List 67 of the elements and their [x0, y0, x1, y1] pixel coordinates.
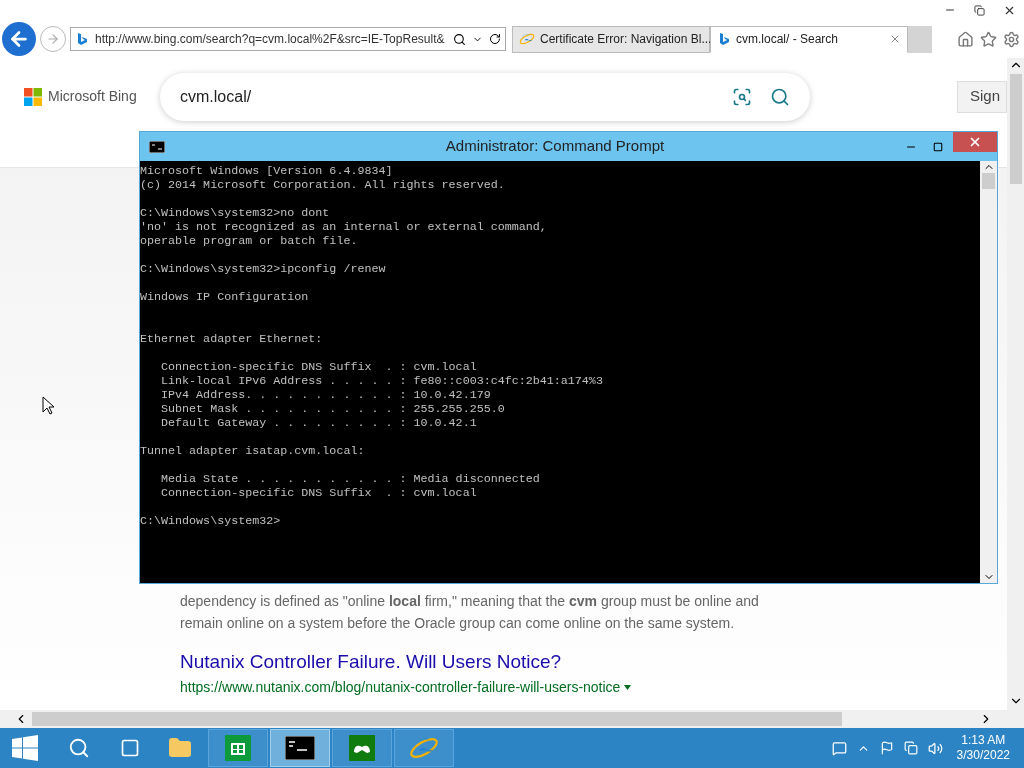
browser-tab[interactable]: Certificate Error: Navigation Bl... — [512, 25, 710, 53]
query-text: cvm.local/ — [180, 86, 253, 107]
vertical-scrollbar[interactable] — [1007, 58, 1024, 728]
scrollbar-thumb[interactable] — [982, 173, 995, 189]
windows-logo-icon[interactable] — [12, 735, 38, 761]
console-line: C:\Windows\system32>ipconfig /renew — [140, 262, 387, 276]
console-line: Windows IP Configuration — [140, 290, 310, 304]
console-line: Subnet Mask . . . . . . . . . . . : 255.255.255.0 — [160, 402, 506, 416]
console-line: Connection-specific DNS Suffix . : cvm.local — [160, 486, 478, 500]
clock-date[interactable]: 3/30/2022 — [956, 748, 1010, 763]
back-button[interactable] — [2, 22, 36, 56]
address-text: http://www.bing.com/search?q=cvm.local%2F&src=IE-TopResult& — [95, 31, 446, 48]
b-logo-icon — [75, 32, 89, 46]
flag-icon[interactable] — [879, 741, 894, 755]
console-line: Default Gateway . . . . . . . . . : 10.0.42.1 — [160, 416, 478, 430]
console-line: Media State . . . . . . . . . . . : Media disconnected — [160, 472, 541, 486]
tab-title: Certificate Error: Navigation Bl... — [540, 31, 712, 48]
close-tab-icon[interactable] — [889, 33, 901, 45]
mouse-pointer-icon — [42, 396, 54, 415]
close-button[interactable] — [953, 132, 997, 152]
notification-icon[interactable] — [831, 740, 847, 756]
console-line: C:\Windows\system32> — [140, 514, 282, 528]
console-line: Tunnel adapter isatap.cvm.local: — [140, 444, 366, 458]
console-line: Link-local IPv6 Address . . . . . : fe80::c003:c4fc:2b41:a174%3 — [160, 374, 604, 388]
taskbar-app[interactable] — [332, 729, 392, 767]
home-icon[interactable] — [957, 30, 974, 48]
console-line: C:\Windows\system32>no dont — [140, 206, 331, 220]
window-title: Administrator: Command Prompt — [444, 136, 666, 157]
restore-icon[interactable] — [974, 4, 985, 16]
console-line: Connection-specific DNS Suffix . : cvm.local — [160, 360, 478, 374]
folder-icon[interactable] — [168, 736, 192, 760]
tab-title: cvm.local/ - Search — [736, 31, 840, 48]
terminal-icon — [285, 736, 315, 760]
taskbar-app[interactable] — [270, 729, 330, 767]
maximize-icon[interactable] — [933, 141, 943, 152]
horizontal-scrollbar[interactable] — [0, 710, 1007, 728]
console-line: IPv4 Address. . . . . . . . . . . : 10.0.42.179 — [160, 388, 492, 402]
console-line: Ethernet adapter Ethernet: — [140, 332, 324, 346]
result-url-link[interactable]: https://www.nutanix.com/blog/nutanix-controller-failure-will-users-notice — [180, 676, 621, 698]
speaker-icon[interactable] — [927, 740, 943, 756]
dropdown-caret-icon[interactable] — [624, 684, 632, 690]
gamepad-icon — [349, 735, 375, 761]
scrollbar-thumb[interactable] — [1009, 74, 1022, 184]
console-line: operable program or batch file. — [140, 234, 359, 248]
result-snippet: dependency is defined as "online local firm," meaning that the cvm group must be online and remain online on a system before the Oracle group can come online on the same system. — [180, 592, 760, 633]
clock-time[interactable]: 1:13 AM — [961, 733, 1006, 748]
bing-logo-text: Microsoft Bing — [48, 87, 137, 106]
search-icon[interactable] — [453, 32, 466, 46]
console-line: (c) 2014 Microsoft Corporation. All rights reserved. — [140, 178, 506, 192]
result-title-link[interactable]: Nutanix Controller Failure. Will Users Notice? — [180, 648, 1007, 677]
console-line: 'no' is not recognized as an internal or external command, — [140, 220, 548, 234]
sign-in-button[interactable]: Sign — [956, 80, 1007, 113]
four-squares-logo-icon — [24, 87, 42, 106]
refresh-icon[interactable] — [489, 33, 501, 45]
star-icon[interactable] — [980, 30, 997, 48]
forward-arrow-icon — [46, 32, 60, 46]
console-line: Microsoft Windows [Version 6.4.9834] — [140, 164, 394, 178]
settings-icon[interactable] — [1003, 30, 1020, 48]
visual-search-icon[interactable] — [732, 86, 752, 107]
console-scrollbar[interactable] — [980, 161, 997, 583]
search-field[interactable]: cvm.local/ — [160, 72, 810, 121]
task-view-icon[interactable] — [120, 738, 140, 758]
close-icon — [968, 135, 982, 149]
terminal-icon — [149, 140, 165, 153]
b-logo-icon — [717, 32, 731, 46]
address-bar[interactable]: http://www.bing.com/search?q=cvm.local%2F&src=IE-TopResult& — [70, 27, 506, 51]
browser-tab[interactable]: cvm.local/ - Search — [710, 25, 908, 53]
